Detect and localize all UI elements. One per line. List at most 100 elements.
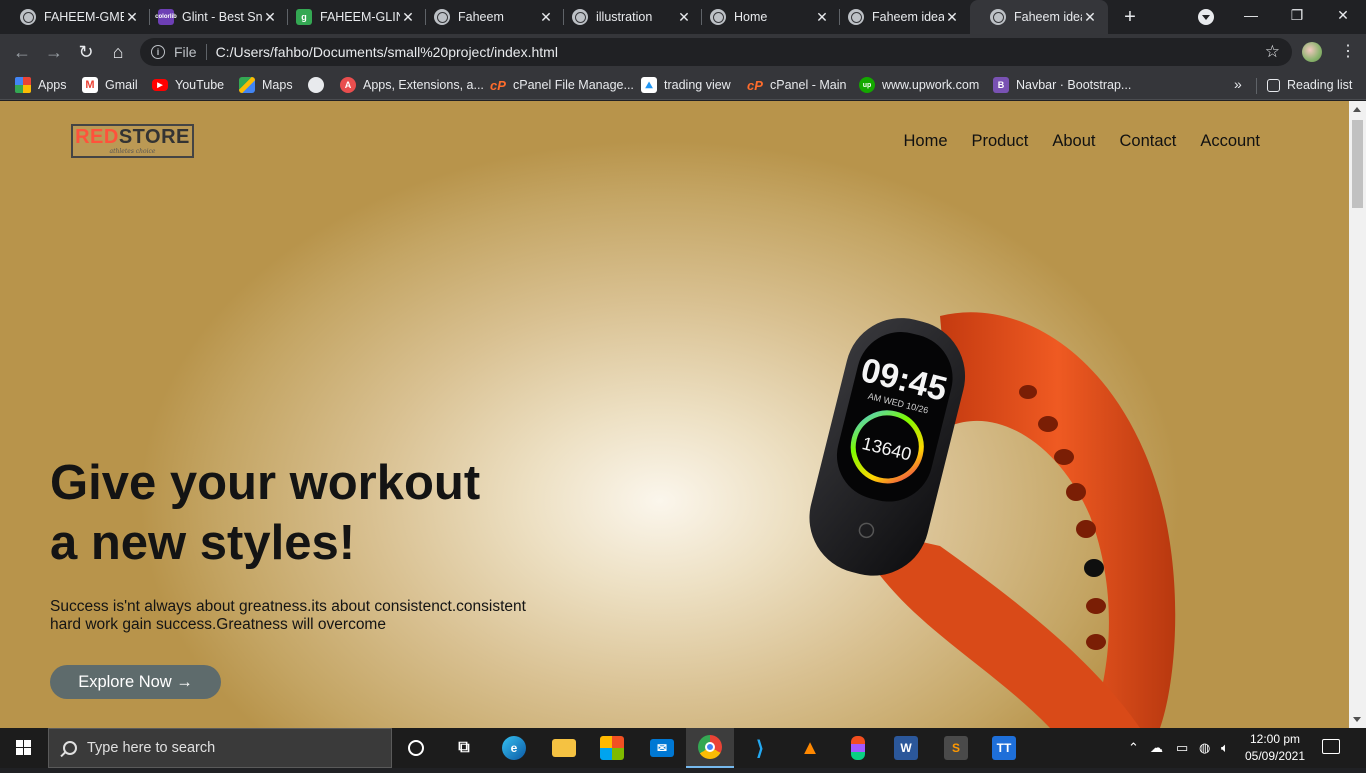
globe-icon (572, 9, 588, 25)
trello-icon[interactable]: TT (980, 728, 1028, 768)
bookmark-star-icon[interactable]: ☆ (1265, 42, 1280, 62)
youtube-icon: ▶ (152, 79, 168, 91)
tab-title: Faheem idea (1014, 10, 1082, 24)
globe-icon (990, 9, 1006, 25)
taskbar-search-input[interactable]: Type here to search (48, 728, 392, 768)
bookmark-upwork[interactable]: up www.upwork.com (859, 75, 979, 95)
menu-dots-icon[interactable]: ⋮ (1338, 42, 1358, 62)
cortana-icon[interactable] (392, 728, 440, 768)
scroll-down-icon[interactable] (1353, 717, 1361, 722)
nav-product[interactable]: Product (972, 132, 1029, 151)
bookmark-globe[interactable] (308, 75, 331, 95)
tab-title: FAHEEM-GME (44, 10, 124, 24)
globe-icon (308, 77, 324, 93)
browser-tab[interactable]: illustration ✕ (552, 0, 702, 34)
upwork-icon: up (859, 77, 875, 93)
windows-start-button[interactable] (0, 728, 48, 768)
tradingview-icon: ⛰ (641, 77, 657, 93)
bookmark-youtube[interactable]: ▶ YouTube (152, 75, 224, 95)
scrollbar-thumb[interactable] (1352, 120, 1363, 208)
bookmark-tradingview[interactable]: ⛰ trading view (641, 75, 731, 95)
mail-icon[interactable]: ✉ (638, 728, 686, 768)
close-window-button[interactable]: ✕ (1320, 0, 1366, 32)
windows-logo-icon (16, 740, 31, 755)
nav-account[interactable]: Account (1200, 132, 1260, 151)
bootstrap-icon: B (993, 77, 1009, 93)
browser-tab[interactable]: FAHEEM-GME ✕ (0, 0, 150, 34)
browser-tab[interactable]: Home ✕ (690, 0, 840, 34)
globe-icon (434, 9, 450, 25)
bookmark-cpanel-file[interactable]: cP cPanel File Manage... (490, 75, 634, 95)
bookmark-label: trading view (664, 78, 731, 92)
bookmark-cpanel-main[interactable]: cP cPanel - Main (747, 75, 846, 95)
bookmark-label: cPanel - Main (770, 78, 847, 92)
explore-now-button[interactable]: Explore Now → (50, 665, 221, 699)
address-bar[interactable]: i File C:/Users/fahbo/Documents/small%20… (140, 38, 1292, 66)
bookmark-apps-extensions[interactable]: A Apps, Extensions, a... (340, 75, 484, 95)
scroll-up-icon[interactable] (1353, 107, 1361, 112)
bookmark-bootstrap[interactable]: B Navbar · Bootstrap... (993, 75, 1131, 95)
microsoft-store-icon[interactable] (588, 728, 636, 768)
figma-icon[interactable] (834, 728, 882, 768)
battery-icon[interactable]: ▭ (1176, 728, 1188, 768)
bookmark-maps[interactable]: Maps (239, 75, 293, 95)
browser-tab[interactable]: g FAHEEM-GLIN ✕ (276, 0, 426, 34)
tab-title: illustration (596, 10, 653, 24)
windows-taskbar: Type here to search ⧉ e ✉ ⟩ ▲ W S TT ⌃ ☁… (0, 728, 1366, 768)
tab-title: Faheem idea (872, 10, 944, 24)
home-icon[interactable]: ⌂ (106, 40, 130, 64)
page-scrollbar[interactable] (1349, 101, 1366, 728)
task-view-icon[interactable]: ⧉ (440, 728, 488, 768)
volume-icon[interactable]: 🔈︎ (1221, 728, 1229, 768)
chrome-icon[interactable] (686, 728, 734, 768)
minimize-button[interactable]: — (1228, 0, 1274, 32)
bookmark-gmail[interactable]: M Gmail (82, 75, 138, 95)
edge-icon[interactable]: e (490, 728, 538, 768)
bookmark-label: Maps (262, 78, 293, 92)
notifications-icon[interactable] (1322, 739, 1340, 754)
profile-avatar[interactable] (1302, 42, 1322, 62)
show-hidden-icons[interactable]: ⌃ (1128, 728, 1139, 768)
hero-text-line: hard work gain success.Greatness will ov… (50, 616, 386, 633)
close-tab-icon[interactable]: ✕ (944, 9, 960, 26)
logo-store-text: STORE (118, 126, 190, 148)
onedrive-icon[interactable]: ☁ (1150, 728, 1163, 768)
reload-icon[interactable]: ↻ (74, 40, 98, 64)
browser-tab[interactable]: colorlib Glint - Best Sn ✕ (138, 0, 288, 34)
back-arrow-icon[interactable]: ← (10, 40, 34, 64)
nav-home[interactable]: Home (903, 132, 947, 151)
maps-icon (239, 77, 255, 93)
bookmark-label: Apps, Extensions, a... (363, 78, 484, 92)
restore-button[interactable]: ❐ (1274, 0, 1320, 32)
url-text[interactable]: C:/Users/fahbo/Documents/small%20project… (216, 44, 558, 60)
search-icon (63, 741, 77, 755)
taskbar-clock[interactable]: 12:00 pm 05/09/2021 (1240, 731, 1310, 765)
info-icon[interactable]: i (151, 45, 165, 59)
bookmark-label: Gmail (105, 78, 138, 92)
browser-tab-active[interactable]: Faheem idea ✕ (970, 0, 1108, 34)
cpanel-icon: cP (490, 77, 506, 93)
scheme-label: File (174, 44, 197, 60)
network-icon[interactable]: ◍ (1199, 728, 1210, 768)
vlc-icon[interactable]: ▲ (786, 728, 834, 768)
site-logo[interactable]: REDSTORE athletes choice (71, 124, 194, 158)
bookmark-label: YouTube (175, 78, 225, 92)
nav-about[interactable]: About (1052, 132, 1095, 151)
sublime-icon[interactable]: S (932, 728, 980, 768)
more-bookmarks-icon[interactable]: » (1234, 76, 1242, 92)
word-icon[interactable]: W (882, 728, 930, 768)
browser-tab[interactable]: Faheem idea ✕ (828, 0, 970, 34)
bookmark-label: Apps (38, 78, 67, 92)
tab-title: FAHEEM-GLIN (320, 10, 400, 24)
logo-tagline: athletes choice (109, 148, 156, 155)
close-tab-icon[interactable]: ✕ (1082, 9, 1098, 26)
nav-contact[interactable]: Contact (1120, 132, 1177, 151)
tab-search-icon[interactable] (1198, 9, 1214, 25)
forward-arrow-icon[interactable]: → (42, 40, 66, 64)
file-explorer-icon[interactable] (540, 728, 588, 768)
new-tab-button[interactable]: + (1118, 5, 1142, 29)
vscode-icon[interactable]: ⟩ (736, 728, 784, 768)
browser-tab[interactable]: Faheem ✕ (414, 0, 564, 34)
reading-list-button[interactable]: Reading list (1267, 75, 1352, 95)
bookmark-apps[interactable]: Apps (15, 75, 67, 95)
